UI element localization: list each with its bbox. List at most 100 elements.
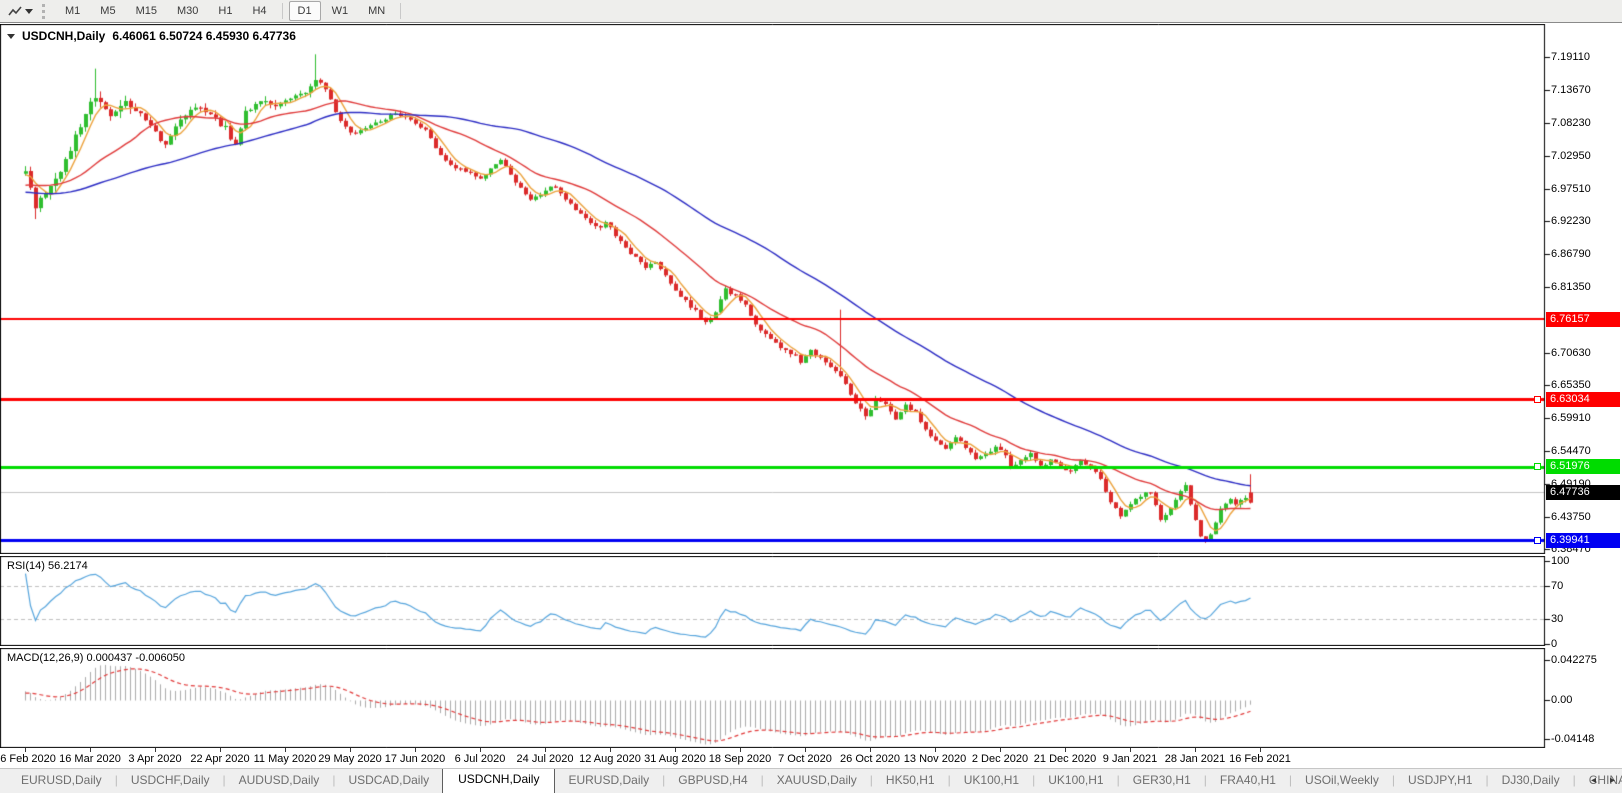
toolbar-grip-handle[interactable] (42, 3, 48, 19)
timeframe-h4-button[interactable]: H4 (243, 1, 275, 21)
time-axis-tick (1260, 748, 1261, 752)
chart-tab-usdjpy[interactable]: USDJPY,H1 (1395, 769, 1485, 793)
time-axis-tick (415, 748, 416, 752)
time-axis-tick (805, 748, 806, 752)
time-axis-date-label[interactable]: 9 Jan 2021 (1103, 753, 1157, 765)
time-axis-date-label[interactable]: 22 Apr 2020 (190, 753, 249, 765)
chart-tools-button[interactable] (4, 2, 37, 21)
time-axis-tick (25, 748, 26, 752)
time-axis-date-label[interactable]: 26 Oct 2020 (840, 753, 900, 765)
time-axis-tick (1130, 748, 1131, 752)
tab-scroll-left-button[interactable]: ◂ (1588, 774, 1599, 788)
chart-tab-eurusd[interactable]: EURUSD,Daily (8, 769, 115, 793)
chart-tab-eurusd[interactable]: EURUSD,Daily (555, 769, 662, 793)
chart-tab-gbpusd[interactable]: GBPUSD,H4 (665, 769, 760, 793)
time-axis-date-label[interactable]: 16 Feb 2021 (1229, 753, 1291, 765)
chart-tab-ger30[interactable]: GER30,H1 (1120, 769, 1204, 793)
time-axis-tick (350, 748, 351, 752)
price-axis-tick-label: 7.02950 (1551, 149, 1591, 162)
price-axis-tick-label: 7.19110 (1551, 51, 1590, 63)
price-axis-tick-label: 7.13670 (1551, 84, 1591, 97)
price-axis-tick-label: 6.70630 (1551, 346, 1591, 359)
chart-tab-bar: EURUSD,Daily | USDCHF,Daily | AUDUSD,Daily | U… (0, 768, 1622, 793)
toolbar: M1 M5 M15 M30 H1 H4 D1 W1 MN (0, 0, 1622, 23)
timeframe-m15-button[interactable]: M15 (127, 1, 166, 21)
timeframe-m30-button[interactable]: M30 (168, 1, 207, 21)
timeframe-d1-button[interactable]: D1 (288, 1, 321, 21)
price-axis-tick-label: 6.65350 (1551, 379, 1591, 391)
level-anchor-marker[interactable] (1534, 395, 1541, 403)
time-axis-tick (285, 748, 286, 752)
rsi-axis-tick-label: 30 (1551, 613, 1564, 626)
time-axis-date-label[interactable]: 16 Mar 2020 (59, 753, 121, 765)
time-axis-tick (1000, 748, 1001, 752)
time-axis-date-label[interactable]: 12 Aug 2020 (579, 753, 641, 765)
time-axis-date-label[interactable]: 24 Jul 2020 (517, 753, 574, 765)
time-axis-tick (545, 748, 546, 752)
level-price-label: 6.51976 (1546, 459, 1620, 475)
time-axis-date-label[interactable]: 29 May 2020 (318, 753, 382, 765)
chart-tab-fra40[interactable]: FRA40,H1 (1207, 769, 1289, 793)
chart-symbol-label: USDCNH,Daily (22, 29, 106, 43)
timeframe-m5-button[interactable]: M5 (91, 1, 124, 21)
chart-tab-dj30[interactable]: DJ30,Daily (1489, 769, 1573, 793)
chart-tab-uk100[interactable]: UK100,H1 (1035, 769, 1116, 793)
level-anchor-marker[interactable] (1534, 463, 1541, 471)
chart-menu-icon[interactable] (7, 33, 15, 39)
time-axis-tick (870, 748, 871, 752)
chart-tab-xauusd[interactable]: XAUUSD,Daily (764, 769, 870, 793)
time-axis-tick (90, 748, 91, 752)
time-axis-date-label[interactable]: 21 Dec 2020 (1034, 753, 1096, 765)
time-axis-tick (610, 748, 611, 752)
price-axis-tick-label: 7.08230 (1551, 117, 1591, 130)
price-axis-tick-label: 6.59910 (1551, 412, 1591, 425)
price-axis-tick-label: 6.43750 (1551, 510, 1591, 523)
macd-indicator-panel[interactable] (0, 648, 1552, 748)
time-axis-date-label[interactable]: 17 Jun 2020 (385, 753, 446, 765)
time-axis-date-label[interactable]: 28 Jan 2021 (1165, 753, 1226, 765)
price-axis-tick-label: 6.81350 (1551, 281, 1591, 294)
macd-axis-tick-label: -0.04148 (1551, 733, 1595, 746)
time-axis-date-label[interactable]: 7 Oct 2020 (778, 753, 832, 765)
time-axis-date-label[interactable]: 26 Feb 2020 (0, 753, 56, 765)
time-axis-date-label[interactable]: 3 Apr 2020 (128, 753, 181, 765)
timeframe-w1-button[interactable]: W1 (323, 1, 358, 21)
time-axis-date-label[interactable]: 11 May 2020 (254, 753, 317, 765)
price-axis-tick-label: 6.54470 (1551, 445, 1591, 458)
rsi-indicator-panel[interactable] (0, 556, 1552, 646)
tab-scroll-right-button[interactable]: ▸ (1607, 774, 1618, 788)
time-axis: 26 Feb 2020 16 Mar 2020 3 Apr 2020 22 Apr 2… (0, 748, 1545, 768)
tab-scroll-buttons: ◂ ▸ (1588, 774, 1618, 788)
level-price-label: 6.76157 (1546, 311, 1620, 327)
timeframe-m1-button[interactable]: M1 (56, 1, 89, 21)
time-axis-tick (740, 748, 741, 752)
timeframe-mn-button[interactable]: MN (359, 1, 394, 21)
main-price-chart[interactable] (0, 24, 1552, 554)
chart-tab-usdcad[interactable]: USDCAD,Daily (335, 769, 442, 793)
timeframe-h1-button[interactable]: H1 (209, 1, 241, 21)
chart-tab-usdcnh[interactable]: USDCNH,Daily (442, 769, 556, 793)
time-axis-tick (220, 748, 221, 752)
chart-title: USDCNH,Daily 6.46061 6.50724 6.45930 6.4… (7, 29, 296, 43)
time-axis-date-label[interactable]: 2 Dec 2020 (972, 753, 1028, 765)
level-price-label: 6.39941 (1546, 532, 1620, 548)
chart-tab-usdchf[interactable]: USDCHF,Daily (118, 769, 223, 793)
chart-tab-hk50[interactable]: HK50,H1 (873, 769, 948, 793)
level-price-label: 6.63034 (1546, 391, 1620, 407)
time-axis-date-label[interactable]: 18 Sep 2020 (709, 753, 771, 765)
chevron-down-icon (25, 8, 33, 14)
rsi-axis-tick-label: 0 (1551, 638, 1558, 650)
rsi-axis-tick-label: 70 (1551, 579, 1564, 592)
chart-tools-icon (8, 6, 22, 16)
chart-tab-audusd[interactable]: AUDUSD,Daily (226, 769, 333, 793)
rsi-axis-tick-label: 100 (1551, 555, 1570, 567)
time-axis-tick (155, 748, 156, 752)
chart-tab-usoil[interactable]: USOil,Weekly (1292, 769, 1392, 793)
time-axis-date-label[interactable]: 13 Nov 2020 (904, 753, 966, 765)
level-anchor-marker[interactable] (1534, 536, 1541, 544)
time-axis-date-label[interactable]: 6 Jul 2020 (455, 753, 506, 765)
chart-tab-uk100[interactable]: UK100,H1 (951, 769, 1032, 793)
time-axis-date-label[interactable]: 31 Aug 2020 (644, 753, 706, 765)
chart-ohlc-values: 6.46061 6.50724 6.45930 6.47736 (112, 29, 296, 43)
rsi-indicator-label: RSI(14) 56.2174 (7, 560, 88, 572)
